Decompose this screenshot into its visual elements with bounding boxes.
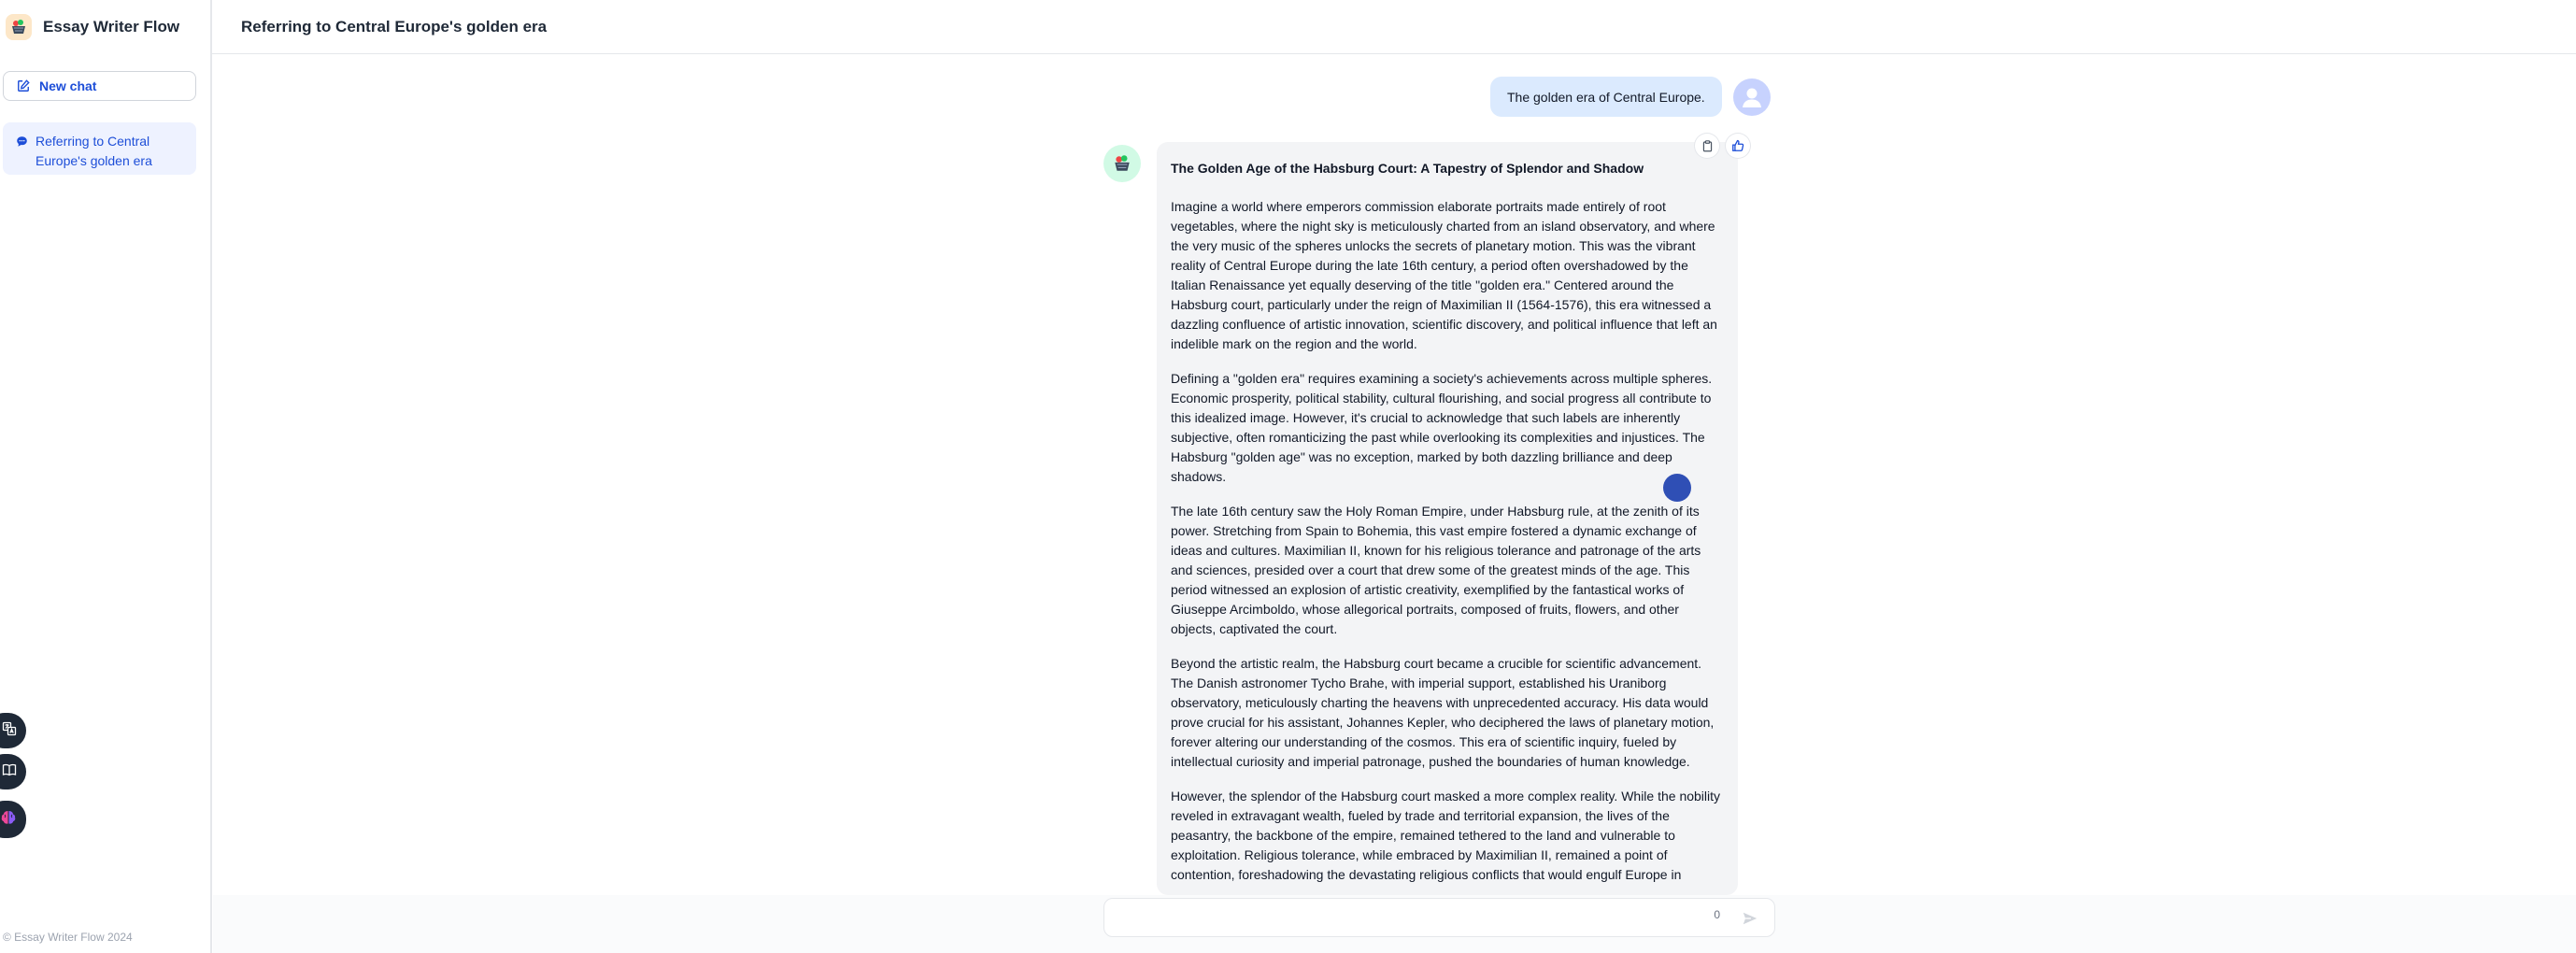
message-input[interactable]: 0: [1103, 898, 1775, 937]
new-chat-label: New chat: [39, 78, 97, 93]
char-count: 0: [1714, 908, 1720, 921]
page-title: Referring to Central Europe's golden era: [241, 17, 548, 36]
brand[interactable]: Essay Writer Flow: [6, 13, 179, 41]
sidebar-footer: © Essay Writer Flow 2024: [3, 931, 133, 944]
copy-button[interactable]: [1695, 134, 1719, 158]
cursor-indicator: [1663, 474, 1691, 502]
assistant-message-bubble: The Golden Age of the Habsburg Court: A …: [1157, 142, 1738, 895]
brain-icon: [0, 809, 17, 831]
app-name: Essay Writer Flow: [43, 18, 180, 36]
essay-paragraph: However, the splendor of the Habsburg co…: [1171, 789, 1721, 882]
thumbs-up-icon: [1732, 139, 1744, 151]
like-button[interactable]: [1726, 134, 1750, 158]
essay-paragraph: Defining a "golden era" requires examini…: [1171, 371, 1713, 484]
sidebar-conversation-item[interactable]: Referring to Central Europe's golden era: [3, 122, 196, 175]
user-message-row: The golden era of Central Europe.: [1490, 77, 1771, 117]
user-message-bubble: The golden era of Central Europe.: [1490, 77, 1722, 117]
book-icon: [2, 762, 17, 782]
send-icon: [1743, 912, 1758, 925]
send-button[interactable]: [1739, 907, 1761, 930]
conversation-label: Referring to Central Europe's golden era: [36, 134, 152, 168]
essay-title: The Golden Age of the Habsburg Court: A …: [1171, 161, 1644, 176]
basket-logo-icon: [1115, 155, 1130, 171]
translate-icon: [2, 721, 17, 741]
chat-bubble-icon: [16, 135, 28, 148]
sidebar: Essay Writer Flow New chat Referring to …: [0, 0, 212, 953]
edit-icon: [17, 79, 30, 92]
essay-paragraph: Beyond the artistic realm, the Habsburg …: [1171, 656, 1715, 769]
user-icon: [1742, 88, 1761, 107]
clipboard-icon: [1702, 139, 1712, 151]
message-actions: [1695, 134, 1750, 158]
user-avatar: [1732, 78, 1771, 116]
new-chat-button[interactable]: New chat: [3, 71, 196, 101]
essay-paragraph: Imagine a world where emperors commissio…: [1171, 199, 1717, 351]
basket-logo-icon: [6, 14, 32, 40]
essay-paragraph: The late 16th century saw the Holy Roman…: [1171, 504, 1701, 636]
assistant-avatar: [1103, 145, 1141, 182]
chat-header: Referring to Central Europe's golden era: [212, 0, 2576, 54]
